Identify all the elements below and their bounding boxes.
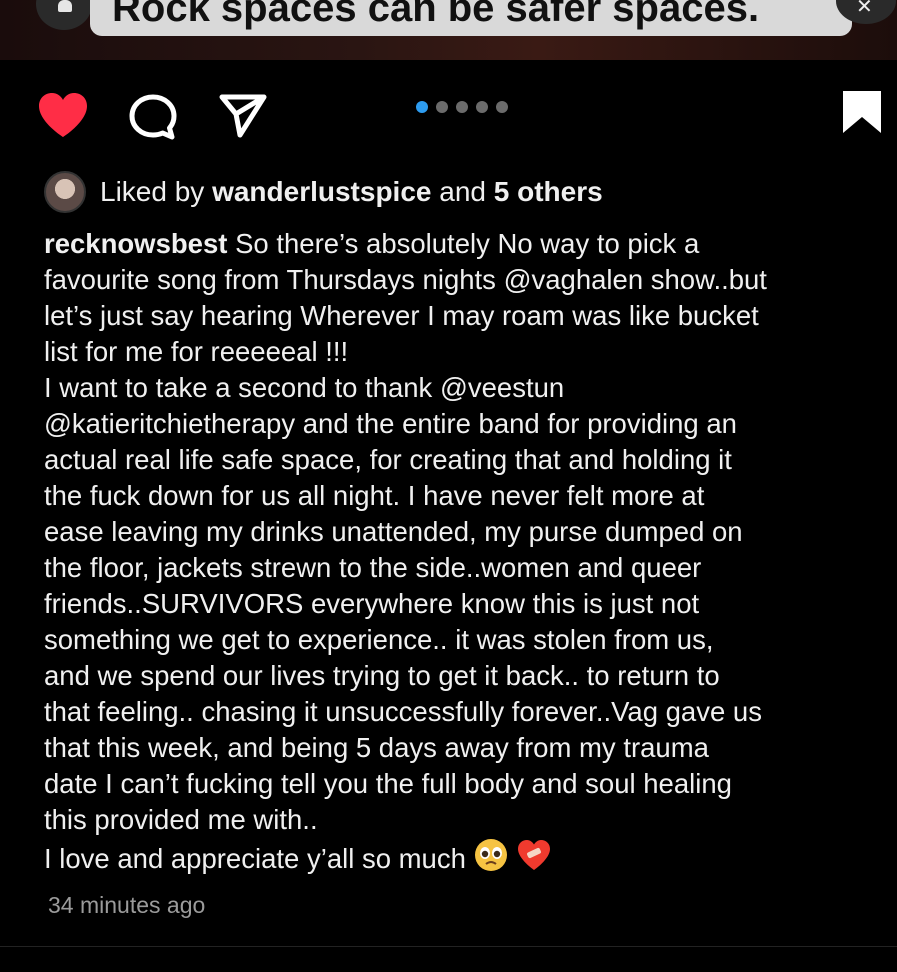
divider: [0, 946, 897, 947]
likes-prefix: Liked by: [100, 176, 213, 207]
paper-plane-icon: [219, 94, 267, 138]
likes-conjunction: and: [431, 176, 494, 207]
caption-line: I love and appreciate y’all so much: [44, 843, 466, 874]
caption-line: I want to take a second to thank @veestu…: [44, 372, 565, 403]
save-button[interactable]: [840, 88, 884, 141]
mending-heart-emoji: [516, 838, 552, 881]
liker-username[interactable]: wanderlustspice: [212, 176, 431, 207]
likes-others-link[interactable]: 5 others: [494, 176, 603, 207]
comment-bubble-icon: [129, 94, 177, 140]
pleading-face-emoji: [474, 838, 508, 881]
tagged-user-button[interactable]: [36, 0, 92, 30]
caption-line: that feeling.. chasing it unsuccessfully…: [44, 696, 762, 727]
caption-line: date I can’t fucking tell you the full b…: [44, 768, 732, 799]
carousel-dot[interactable]: [476, 101, 488, 113]
bookmark-filled-icon: [843, 91, 881, 133]
caption-line: So there’s absolutely No way to pick a: [235, 228, 700, 259]
caption-line: something we get to experience.. it was …: [44, 624, 714, 655]
speaker-muted-icon: ✕: [856, 0, 873, 18]
liker-avatar[interactable]: [44, 171, 86, 213]
carousel-dot[interactable]: [416, 101, 428, 113]
caption-line: the floor, jackets strewn to the side..w…: [44, 552, 702, 583]
likes-summary[interactable]: Liked by wanderlustspice and 5 others: [44, 171, 603, 213]
carousel-indicator: [416, 101, 508, 113]
heart-filled-icon: [39, 93, 87, 137]
caption-line: let’s just say hearing Wherever I may ro…: [44, 300, 759, 331]
media-text-overlay: Rock spaces can be safer spaces.: [90, 0, 852, 36]
caption-line: and we spend our lives trying to get it …: [44, 660, 720, 691]
caption-username[interactable]: recknowsbest: [44, 228, 227, 259]
caption-line: @katieritchietherapy and the entire band…: [44, 408, 737, 439]
caption-line: actual real life safe space, for creatin…: [44, 444, 732, 475]
like-button[interactable]: [36, 90, 90, 145]
carousel-dot[interactable]: [456, 101, 468, 113]
carousel-dot[interactable]: [436, 101, 448, 113]
caption-line: ease leaving my drinks unattended, my pu…: [44, 516, 743, 547]
post-media[interactable]: Rock spaces can be safer spaces. ✕: [0, 0, 897, 60]
caption-line: that this week, and being 5 days away fr…: [44, 732, 709, 763]
likes-text: Liked by wanderlustspice and 5 others: [100, 176, 603, 208]
caption-line: favourite song from Thursdays nights @va…: [44, 264, 767, 295]
post-timestamp: 34 minutes ago: [48, 892, 206, 918]
carousel-dot[interactable]: [496, 101, 508, 113]
caption-line: this provided me with..: [44, 804, 318, 835]
post-action-bar: [0, 86, 897, 146]
person-icon: [58, 0, 72, 12]
caption-line: list for me for reeeeeal !!!: [44, 336, 349, 367]
post-caption: recknowsbest So there’s absolutely No wa…: [44, 226, 894, 881]
caption-line: friends..SURVIVORS everywhere know this …: [44, 588, 700, 619]
share-button[interactable]: [218, 93, 268, 144]
caption-line: the fuck down for us all night. I have n…: [44, 480, 705, 511]
comment-button[interactable]: [128, 93, 178, 146]
